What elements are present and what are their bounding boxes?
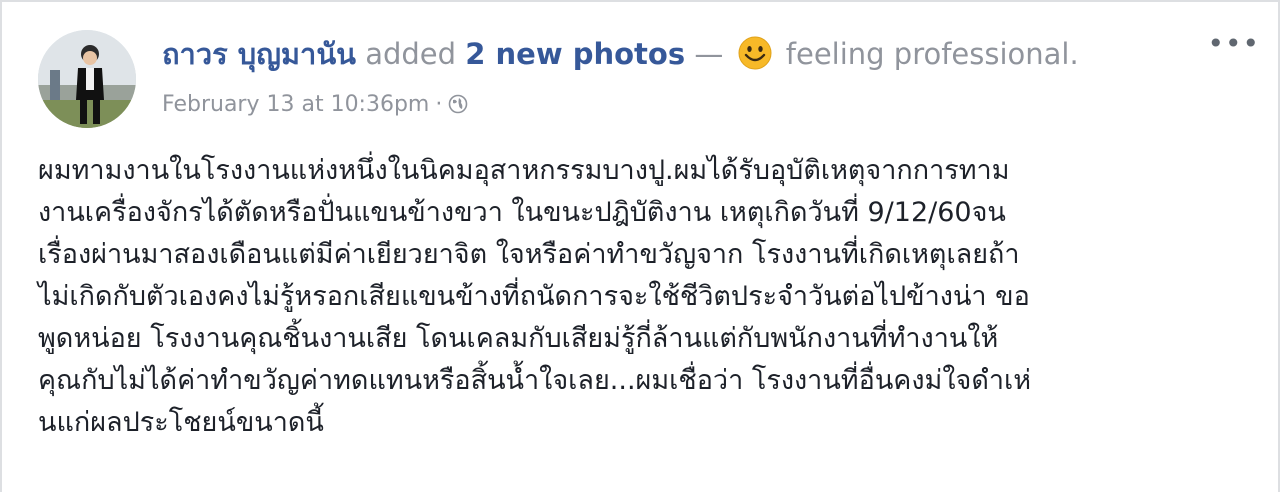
author-name-link[interactable]: ถาวร บุญมานัน [162,37,356,71]
avatar-photo [38,30,136,128]
post-body-line: นแก่ผลประโชยน์ขนาดนี้ [38,407,324,438]
timestamp-link[interactable]: February 13 at 10:36pm [162,92,429,117]
post-body-line: คุณกับไม่ได้ค่าทำขวัญค่าทดแทนหรือสิ้นน้ำ… [38,365,1032,396]
author-avatar[interactable] [38,30,136,128]
dash: — [694,37,724,71]
post-header: ถาวร บุญมานัน added 2 new photos — feeli… [2,2,1278,142]
globe-icon[interactable] [448,91,468,114]
post-meta: February 13 at 10:36pm · [162,88,468,122]
more-options-button[interactable]: ••• [1207,30,1260,58]
action-text: added [365,37,457,71]
post-body-line: ไม่เกิดกับตัวเองคงไม่รู้หรอกเสียแขนข้างท… [38,281,1030,312]
post-body: ผมทามงานในโรงงานแห่งหนึ่งในนิคมอุสาหกรรม… [38,150,1258,444]
feeling-text: feeling professional. [785,37,1079,71]
photos-link[interactable]: 2 new photos [465,37,685,71]
post-body-line: เรื่องผ่านมาสองเดือนแต่มีค่าเยียวยาจิต ใ… [38,239,1020,270]
smiley-icon [737,35,773,71]
post-body-line: งานเครื่องจักรได้ตัดหรือปั่นแขนข้างขวา ใ… [38,197,1006,228]
meta-separator: · [435,92,443,117]
post-headline: ถาวร บุญมานัน added 2 new photos — feeli… [162,32,1079,76]
feed-post: ถาวร บุญมานัน added 2 new photos — feeli… [0,0,1280,492]
post-body-line: ผมทามงานในโรงงานแห่งหนึ่งในนิคมอุสาหกรรม… [38,155,1010,186]
post-body-line: พูดหน่อย โรงงานคุณชิ้นงานเสีย โดนเคลมกับ… [38,323,999,354]
